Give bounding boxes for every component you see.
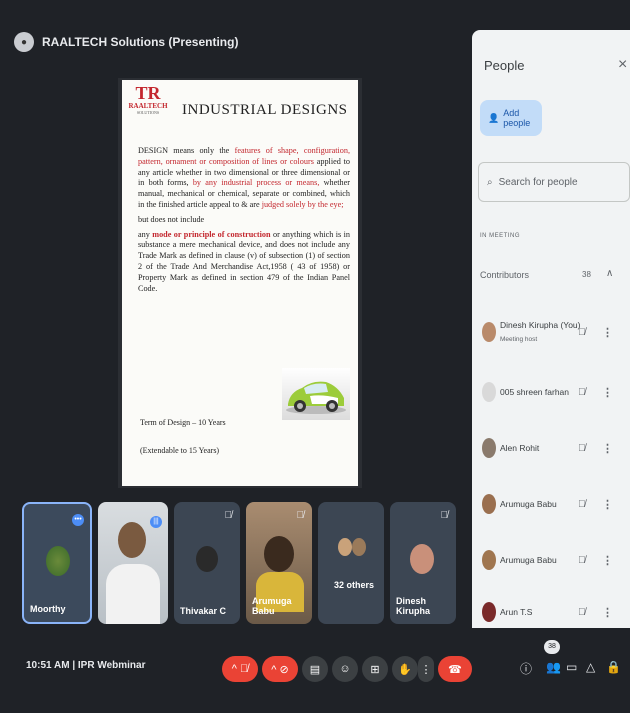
present-button[interactable]: ⊞: [362, 656, 388, 682]
avatar: [352, 538, 366, 556]
exclusion-heading: but does not include: [138, 214, 205, 224]
more-options-icon[interactable]: ⋮: [602, 442, 613, 455]
add-person-icon: 👤: [488, 112, 500, 123]
search-people-input[interactable]: ⌕ Search for people: [478, 162, 630, 202]
avatar: [482, 438, 496, 458]
hand-icon: ✋: [398, 663, 412, 676]
camera-toggle-button[interactable]: ^ ⊘: [262, 656, 298, 682]
host-controls-icon[interactable]: 🔒: [606, 660, 621, 674]
more-options-icon[interactable]: ⋮: [602, 554, 613, 567]
people-panel: People × 👤 Add people ⌕ Search for peopl…: [472, 30, 630, 628]
mic-off-icon[interactable]: 🎙̸: [578, 555, 586, 566]
participant-row[interactable]: Alen Rohit 🎙̸ ⋮: [472, 428, 630, 468]
audio-level-icon: |||: [150, 516, 162, 528]
avatar: [482, 382, 496, 402]
avatar: [46, 546, 70, 576]
hang-up-icon: ☎: [448, 663, 462, 676]
presenter-avatar: ●: [14, 32, 34, 52]
avatar: [410, 544, 434, 574]
bottom-toolbar: 10:51 AM | IPR Webminar ^ 🎙̸ ^ ⊘ ▤ ☺ ⊞ ✋…: [0, 636, 630, 702]
slide-title: INDUSTRIAL DESIGNS: [182, 102, 348, 118]
mic-off-icon[interactable]: 🎙̸: [578, 327, 586, 338]
avatar: [196, 546, 218, 572]
participant-tile[interactable]: |||: [98, 502, 168, 624]
leave-call-button[interactable]: ☎: [438, 656, 472, 682]
participant-row[interactable]: Arumuga Babu 🎙̸ ⋮: [472, 540, 630, 580]
time-and-meeting-name: 10:51 AM | IPR Webminar: [26, 660, 146, 671]
mic-toggle-button[interactable]: ^ 🎙̸: [222, 656, 258, 682]
avatar: [264, 536, 294, 572]
more-options-icon[interactable]: ⋮: [602, 326, 613, 339]
mic-off-icon: ^ 🎙̸: [231, 663, 249, 675]
avatar: [482, 322, 496, 342]
captions-icon: ▤: [309, 663, 321, 676]
activities-icon[interactable]: △: [586, 660, 595, 674]
participant-tile-others[interactable]: 32 others: [318, 502, 384, 624]
chat-icon[interactable]: ▭: [566, 660, 577, 674]
term-of-design: Term of Design – 10 Years: [140, 418, 226, 427]
emoji-button[interactable]: ☺: [332, 656, 358, 682]
people-icon[interactable]: 👥: [546, 660, 561, 674]
mic-off-icon: 🎙̸: [224, 510, 233, 521]
more-options-icon[interactable]: ⋮: [602, 386, 613, 399]
presentation-slide: TR RAALTECH SOLUTIONS INDUSTRIAL DESIGNS…: [122, 80, 358, 486]
definition-paragraph: DESIGN means only the features of shape,…: [138, 146, 350, 209]
people-title: People: [484, 58, 525, 73]
exclusion-paragraph: any mode or principle of construction or…: [138, 229, 351, 293]
mic-off-icon[interactable]: 🎙̸: [578, 387, 586, 398]
raise-hand-button[interactable]: ✋: [392, 656, 418, 682]
participants-count-badge: 38: [544, 640, 560, 654]
contributors-section-toggle[interactable]: Contributors 38 ∧: [480, 268, 630, 280]
presentation-stage: TR RAALTECH SOLUTIONS INDUSTRIAL DESIGNS…: [118, 78, 362, 488]
close-icon[interactable]: ×: [618, 56, 627, 74]
participant-tile[interactable]: 🎙̸ Thivakar C: [174, 502, 240, 624]
avatar: [482, 602, 496, 622]
speaking-indicator-icon: •••: [72, 514, 84, 526]
more-options-button[interactable]: ⋮: [418, 656, 434, 682]
participant-tile[interactable]: 🎙̸ Arumuga Babu: [246, 502, 312, 624]
participant-tile[interactable]: 🎙̸ Dinesh Kirupha: [390, 502, 456, 624]
mic-off-icon[interactable]: 🎙̸: [578, 607, 586, 618]
meet-screen: ● RAALTECH Solutions (Presenting) TR RAA…: [0, 0, 630, 713]
mic-off-icon: 🎙̸: [296, 510, 305, 521]
participant-tile[interactable]: ••• Moorthy: [22, 502, 92, 624]
raaltech-logo: TR RAALTECH SOLUTIONS: [128, 83, 168, 115]
emoji-icon: ☺: [339, 663, 351, 675]
mic-off-icon[interactable]: 🎙̸: [578, 443, 586, 454]
participant-row[interactable]: Arumuga Babu 🎙̸ ⋮: [472, 484, 630, 524]
more-options-icon[interactable]: ⋮: [602, 606, 613, 619]
avatar: [482, 494, 496, 514]
avatar: [482, 550, 496, 570]
info-icon[interactable]: ⓘ: [520, 660, 532, 677]
contributors-count: 38: [582, 270, 591, 279]
avatar: [338, 538, 352, 556]
presenting-label: RAALTECH Solutions (Presenting): [42, 35, 239, 49]
car-image: [282, 368, 350, 420]
camera-off-icon: ^ ⊘: [271, 663, 289, 676]
more-options-icon: ⋮: [420, 663, 432, 676]
present-screen-icon: ⊞: [370, 663, 380, 676]
mic-off-icon[interactable]: 🎙̸: [578, 499, 586, 510]
participant-row[interactable]: Arun T.S 🎙̸ ⋮: [472, 592, 630, 632]
in-meeting-heading: IN MEETING: [480, 233, 521, 239]
avatar: [118, 522, 146, 558]
add-people-button[interactable]: 👤 Add people: [480, 100, 542, 136]
mic-off-icon: 🎙̸: [440, 510, 449, 521]
captions-button[interactable]: ▤: [302, 656, 328, 682]
presenter-bar: ● RAALTECH Solutions (Presenting): [14, 26, 464, 58]
chevron-up-icon: ∧: [606, 268, 614, 279]
extendable-term: (Extendable to 15 Years): [140, 446, 220, 455]
more-options-icon[interactable]: ⋮: [602, 498, 613, 511]
participant-row[interactable]: Dinesh Kirupha (You) Meeting host 🎙̸ ⋮: [472, 312, 630, 352]
search-icon: ⌕: [487, 176, 493, 188]
participant-row[interactable]: 005 shreen farhan 🎙̸ ⋮: [472, 372, 630, 412]
slide-body: DESIGN means only the features of shape,…: [138, 146, 350, 298]
